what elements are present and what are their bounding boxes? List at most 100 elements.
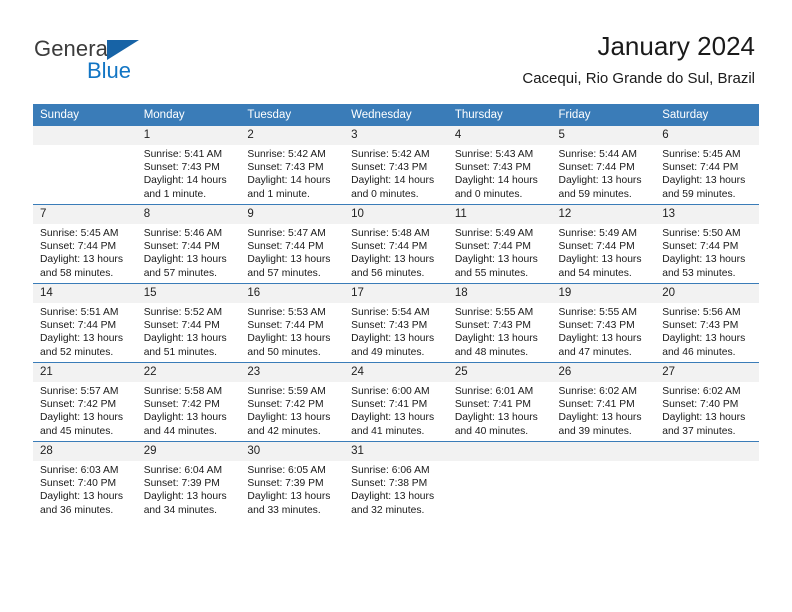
sunrise-text: Sunrise: 5:55 AM xyxy=(454,307,534,318)
daylight-text: Daylight: 14 hours and 1 minute. xyxy=(247,175,331,200)
calendar-day-cell[interactable]: 17 Sunrise: 5:54 AM Sunset: 7:43 PM Dayligh… xyxy=(344,283,448,363)
day-number: 27 xyxy=(655,363,759,382)
calendar-day-cell-empty xyxy=(33,126,137,205)
day-details: Sunrise: 6:04 AM Sunset: 7:39 PM Daylight:… xyxy=(137,461,241,517)
daylight-text: Daylight: 13 hours and 46 minutes. xyxy=(662,333,746,358)
logo-triangle-icon xyxy=(107,40,139,60)
daylight-text: Daylight: 13 hours and 57 minutes. xyxy=(247,254,331,279)
sunrise-text: Sunrise: 5:43 AM xyxy=(454,149,534,160)
day-number: 23 xyxy=(240,363,345,382)
day-number: 16 xyxy=(240,284,345,303)
calendar-day-cell[interactable]: 6 Sunrise: 5:45 AM Sunset: 7:44 PM Daylight… xyxy=(655,126,759,205)
calendar-day-cell[interactable]: 28 Sunrise: 6:03 AM Sunset: 7:40 PM Dayligh… xyxy=(33,441,137,520)
calendar-day-cell[interactable]: 14 Sunrise: 5:51 AM Sunset: 7:44 PM Dayligh… xyxy=(33,283,137,363)
day-number: 24 xyxy=(344,363,448,382)
day-details: Sunrise: 5:44 AM Sunset: 7:44 PM Daylight:… xyxy=(552,145,656,201)
sunset-text: Sunset: 7:41 PM xyxy=(351,399,428,411)
calendar-day-cell[interactable]: 13 Sunrise: 5:50 AM Sunset: 7:44 PM Dayligh… xyxy=(655,204,759,284)
calendar-day-cell[interactable]: 2 Sunrise: 5:42 AM Sunset: 7:43 PM Daylight… xyxy=(240,126,345,205)
daylight-text: Daylight: 13 hours and 58 minutes. xyxy=(40,254,123,279)
day-number: 29 xyxy=(136,442,241,461)
daylight-text: Daylight: 14 hours and 1 minute. xyxy=(143,175,227,200)
calendar-day-cell[interactable]: 22 Sunrise: 5:58 AM Sunset: 7:42 PM Dayligh… xyxy=(136,362,241,442)
day-number xyxy=(33,126,137,145)
calendar-day-cell-empty xyxy=(655,441,759,520)
daylight-text: Daylight: 13 hours and 52 minutes. xyxy=(40,333,123,358)
calendar-day-cell[interactable]: 25 Sunrise: 6:01 AM Sunset: 7:41 PM Dayligh… xyxy=(447,362,552,442)
calendar-day-cell[interactable]: 18 Sunrise: 5:55 AM Sunset: 7:43 PM Dayligh… xyxy=(447,283,552,363)
day-details: Sunrise: 5:45 AM Sunset: 7:44 PM Daylight:… xyxy=(33,224,137,280)
sunset-text: Sunset: 7:39 PM xyxy=(143,478,220,490)
calendar-day-cell[interactable]: 24 Sunrise: 6:00 AM Sunset: 7:41 PM Dayligh… xyxy=(344,362,448,442)
calendar-day-cell[interactable]: 1 Sunrise: 5:41 AM Sunset: 7:43 PM Daylight… xyxy=(136,126,241,205)
day-details: Sunrise: 5:52 AM Sunset: 7:44 PM Daylight:… xyxy=(137,303,241,359)
calendar-day-cell[interactable]: 12 Sunrise: 5:49 AM Sunset: 7:44 PM Dayligh… xyxy=(551,204,656,284)
calendar-day-cell[interactable]: 5 Sunrise: 5:44 AM Sunset: 7:44 PM Daylight… xyxy=(551,126,656,205)
sunset-text: Sunset: 7:44 PM xyxy=(247,241,324,253)
day-number: 18 xyxy=(447,284,552,303)
weekday-header-thursday: Thursday xyxy=(447,104,552,126)
sunrise-text: Sunrise: 5:59 AM xyxy=(247,386,326,397)
page-header: General Blue January 2024 Cacequi, Rio G… xyxy=(0,0,792,98)
day-details: Sunrise: 5:45 AM Sunset: 7:44 PM Daylight:… xyxy=(655,145,759,201)
sunrise-text: Sunrise: 5:45 AM xyxy=(662,149,741,160)
calendar-day-cell[interactable]: 15 Sunrise: 5:52 AM Sunset: 7:44 PM Dayligh… xyxy=(136,283,241,363)
calendar-day-cell[interactable]: 4 Sunrise: 5:43 AM Sunset: 7:43 PM Daylight… xyxy=(447,126,552,205)
sunrise-text: Sunrise: 5:55 AM xyxy=(558,307,637,318)
calendar-day-cell[interactable]: 10 Sunrise: 5:48 AM Sunset: 7:44 PM Dayligh… xyxy=(344,204,448,284)
calendar-day-cell[interactable]: 3 Sunrise: 5:42 AM Sunset: 7:43 PM Daylight… xyxy=(344,126,448,205)
day-number: 17 xyxy=(344,284,448,303)
calendar-day-cell[interactable]: 21 Sunrise: 5:57 AM Sunset: 7:42 PM Dayligh… xyxy=(33,362,137,442)
calendar-day-cell[interactable]: 16 Sunrise: 5:53 AM Sunset: 7:44 PM Dayligh… xyxy=(240,283,345,363)
day-details: Sunrise: 5:58 AM Sunset: 7:42 PM Daylight:… xyxy=(137,382,241,438)
sunset-text: Sunset: 7:44 PM xyxy=(662,162,739,174)
day-details: Sunrise: 5:57 AM Sunset: 7:42 PM Daylight:… xyxy=(33,382,137,438)
day-number: 2 xyxy=(240,126,345,145)
day-number xyxy=(551,442,656,461)
sunset-text: Sunset: 7:44 PM xyxy=(558,241,635,253)
weekday-header-row: Sunday Monday Tuesday Wednesday Thursday… xyxy=(33,104,759,126)
calendar-day-cell[interactable]: 27 Sunrise: 6:02 AM Sunset: 7:40 PM Dayligh… xyxy=(655,362,759,442)
day-details: Sunrise: 5:43 AM Sunset: 7:43 PM Daylight:… xyxy=(448,145,552,201)
sunset-text: Sunset: 7:44 PM xyxy=(40,241,117,253)
calendar-day-cell[interactable]: 11 Sunrise: 5:49 AM Sunset: 7:44 PM Dayligh… xyxy=(447,204,552,284)
sunrise-text: Sunrise: 5:42 AM xyxy=(351,149,430,160)
logo-text-blue: Blue xyxy=(87,58,132,83)
sunrise-text: Sunrise: 5:47 AM xyxy=(247,228,326,239)
calendar-day-cell[interactable]: 31 Sunrise: 6:06 AM Sunset: 7:38 PM Dayligh… xyxy=(344,441,448,520)
daylight-text: Daylight: 14 hours and 0 minutes. xyxy=(351,175,435,200)
day-number: 13 xyxy=(655,205,759,224)
sunrise-text: Sunrise: 5:42 AM xyxy=(247,149,326,160)
calendar-day-cell[interactable]: 9 Sunrise: 5:47 AM Sunset: 7:44 PM Daylight… xyxy=(240,204,345,284)
month-calendar: Sunday Monday Tuesday Wednesday Thursday… xyxy=(33,104,759,520)
daylight-text: Daylight: 13 hours and 54 minutes. xyxy=(558,254,642,279)
sunset-text: Sunset: 7:42 PM xyxy=(247,399,324,411)
sunrise-text: Sunrise: 6:06 AM xyxy=(351,465,430,476)
day-details: Sunrise: 5:42 AM Sunset: 7:43 PM Daylight:… xyxy=(344,145,448,201)
calendar-body: 1 Sunrise: 5:41 AM Sunset: 7:43 PM Daylight… xyxy=(33,126,759,520)
day-number: 7 xyxy=(33,205,137,224)
sunrise-text: Sunrise: 5:41 AM xyxy=(143,149,223,160)
calendar-day-cell[interactable]: 7 Sunrise: 5:45 AM Sunset: 7:44 PM Daylight… xyxy=(33,204,137,284)
daylight-text: Daylight: 13 hours and 49 minutes. xyxy=(351,333,435,358)
day-number xyxy=(447,442,552,461)
day-number: 6 xyxy=(655,126,759,145)
daylight-text: Daylight: 13 hours and 37 minutes. xyxy=(662,412,746,437)
sunset-text: Sunset: 7:43 PM xyxy=(143,162,220,174)
calendar-day-cell[interactable]: 8 Sunrise: 5:46 AM Sunset: 7:44 PM Daylight… xyxy=(136,204,241,284)
sunset-text: Sunset: 7:41 PM xyxy=(558,399,635,411)
daylight-text: Daylight: 13 hours and 39 minutes. xyxy=(558,412,642,437)
calendar-day-cell[interactable]: 26 Sunrise: 6:02 AM Sunset: 7:41 PM Dayligh… xyxy=(551,362,656,442)
calendar-day-cell[interactable]: 19 Sunrise: 5:55 AM Sunset: 7:43 PM Dayligh… xyxy=(551,283,656,363)
calendar-day-cell[interactable]: 20 Sunrise: 5:56 AM Sunset: 7:43 PM Dayligh… xyxy=(655,283,759,363)
calendar-day-cell[interactable]: 29 Sunrise: 6:04 AM Sunset: 7:39 PM Dayligh… xyxy=(136,441,241,520)
day-number: 31 xyxy=(344,442,448,461)
calendar-day-cell-empty xyxy=(551,441,656,520)
calendar-day-cell[interactable]: 23 Sunrise: 5:59 AM Sunset: 7:42 PM Dayligh… xyxy=(240,362,345,442)
general-blue-logo[interactable]: General Blue xyxy=(34,36,194,86)
calendar-day-cell[interactable]: 30 Sunrise: 6:05 AM Sunset: 7:39 PM Dayligh… xyxy=(240,441,345,520)
sunrise-text: Sunrise: 5:57 AM xyxy=(40,386,119,397)
sunrise-text: Sunrise: 5:46 AM xyxy=(143,228,223,239)
sunset-text: Sunset: 7:43 PM xyxy=(247,162,324,174)
sunrise-text: Sunrise: 5:50 AM xyxy=(662,228,741,239)
